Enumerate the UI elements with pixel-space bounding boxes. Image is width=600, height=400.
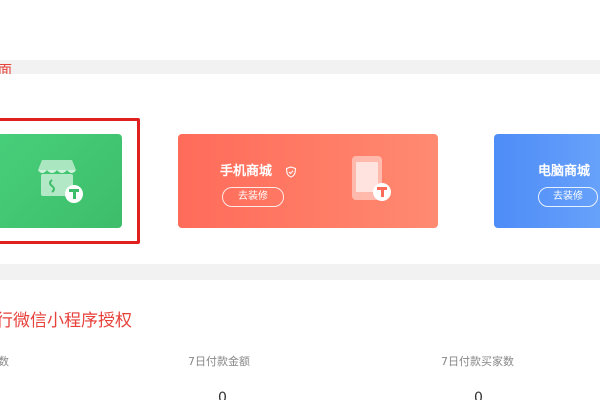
mobile-store-title: 手机商城 [220, 164, 273, 179]
page: 面 手机商城 去装修 电脑商城 去装修 行微信小程序授权 数 7日付款金额 7日… [0, 0, 600, 400]
divider-band [0, 60, 600, 74]
mini-shop-icon [36, 154, 86, 206]
stat-value: 0 [218, 390, 227, 400]
phone-icon [348, 154, 396, 208]
pc-store-card[interactable]: 电脑商城 去装修 [494, 134, 600, 228]
mobile-decorate-button[interactable]: 去装修 [222, 187, 284, 207]
shield-check-icon [285, 166, 297, 178]
stat-label: 7日付款金额 [188, 355, 250, 368]
pc-store-title: 电脑商城 [538, 164, 591, 179]
shop-cards-row: 手机商城 去装修 电脑商城 去装修 [0, 74, 600, 264]
mini-program-card[interactable] [0, 134, 122, 228]
section-title: 行微信小程序授权 [0, 311, 132, 331]
pc-decorate-button[interactable]: 去装修 [538, 187, 598, 207]
top-area [0, 0, 600, 60]
stat-label: 7日付款买家数 [441, 355, 514, 368]
stat-label: 数 [0, 355, 9, 368]
stat-value: 0 [474, 390, 483, 400]
divider-band [0, 264, 600, 280]
mobile-store-card[interactable]: 手机商城 去装修 [178, 134, 438, 228]
